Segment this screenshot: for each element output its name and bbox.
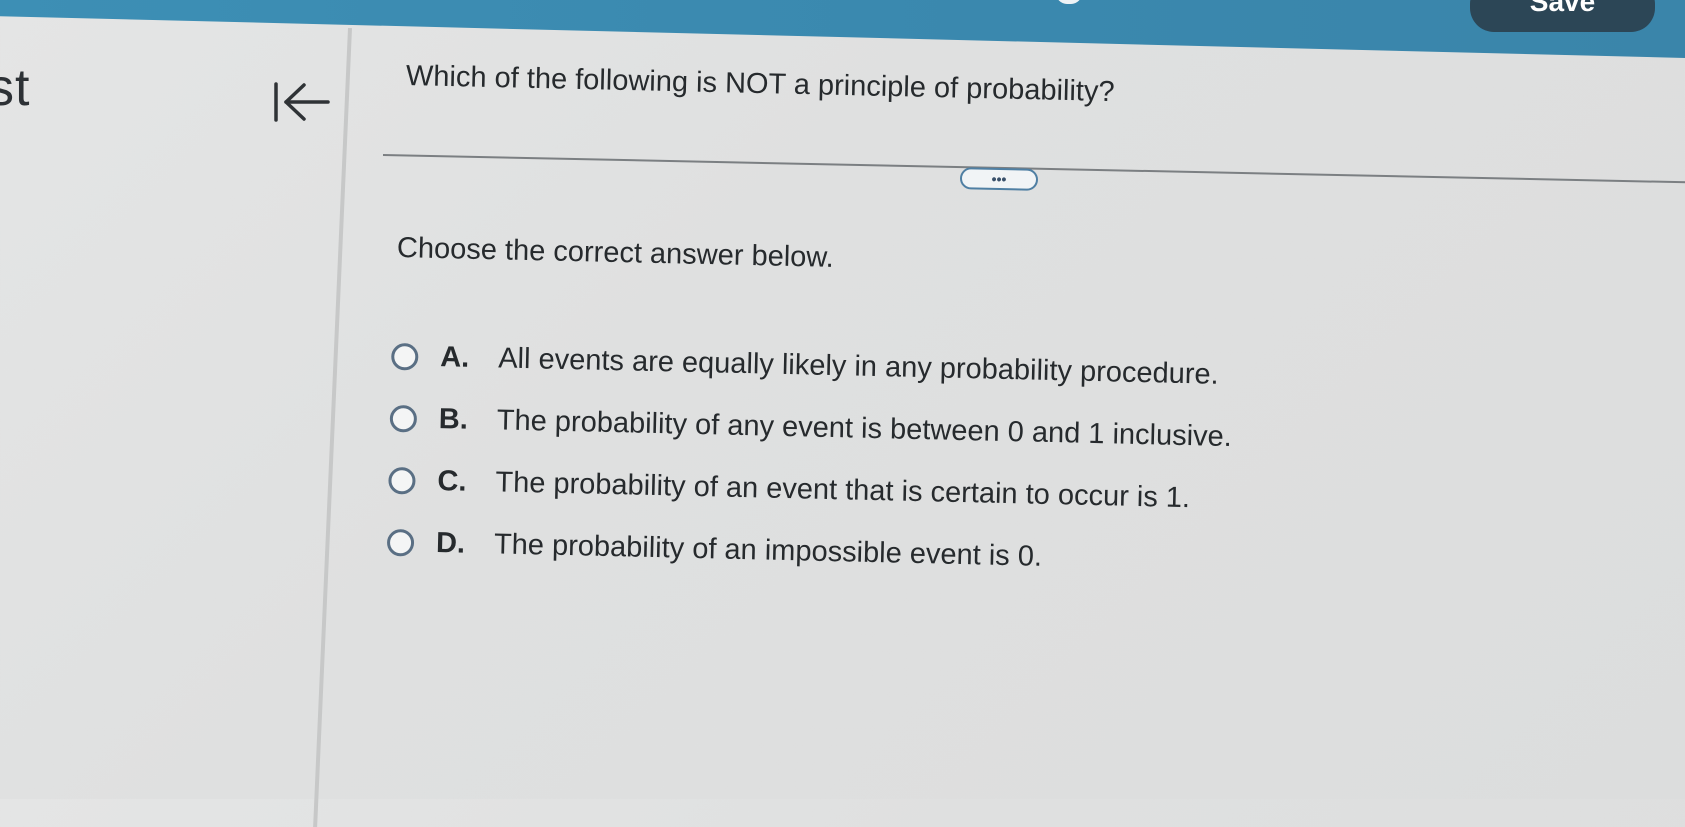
more-dots-icon[interactable]: ••• xyxy=(959,167,1039,191)
left-pane-title: st xyxy=(0,59,31,117)
instruction-text: Choose the correct answer below. xyxy=(396,232,835,274)
option-letter: B. xyxy=(438,402,469,436)
header-bar xyxy=(0,0,1685,58)
radio-button-c[interactable] xyxy=(388,466,416,495)
option-letter: D. xyxy=(435,526,466,560)
option-text: The probability of an event that is cert… xyxy=(495,465,1191,514)
radio-button-a[interactable] xyxy=(390,342,419,371)
pane-divider[interactable] xyxy=(313,28,352,827)
radio-button-b[interactable] xyxy=(389,404,418,433)
option-text: All events are equally likely in any pro… xyxy=(497,341,1220,391)
answer-options: A. All events are equally likely in any … xyxy=(386,325,1234,592)
radio-button-d[interactable] xyxy=(386,528,415,557)
option-text: The probability of any event is between … xyxy=(496,403,1233,453)
collapse-left-icon[interactable] xyxy=(270,78,336,126)
option-letter: A. xyxy=(439,340,470,374)
question-text: Which of the following is NOT a principl… xyxy=(405,60,1115,109)
option-letter: C. xyxy=(437,464,467,498)
option-text: The probability of an impossible event i… xyxy=(493,527,1043,573)
save-button[interactable]: Save xyxy=(1470,0,1655,32)
